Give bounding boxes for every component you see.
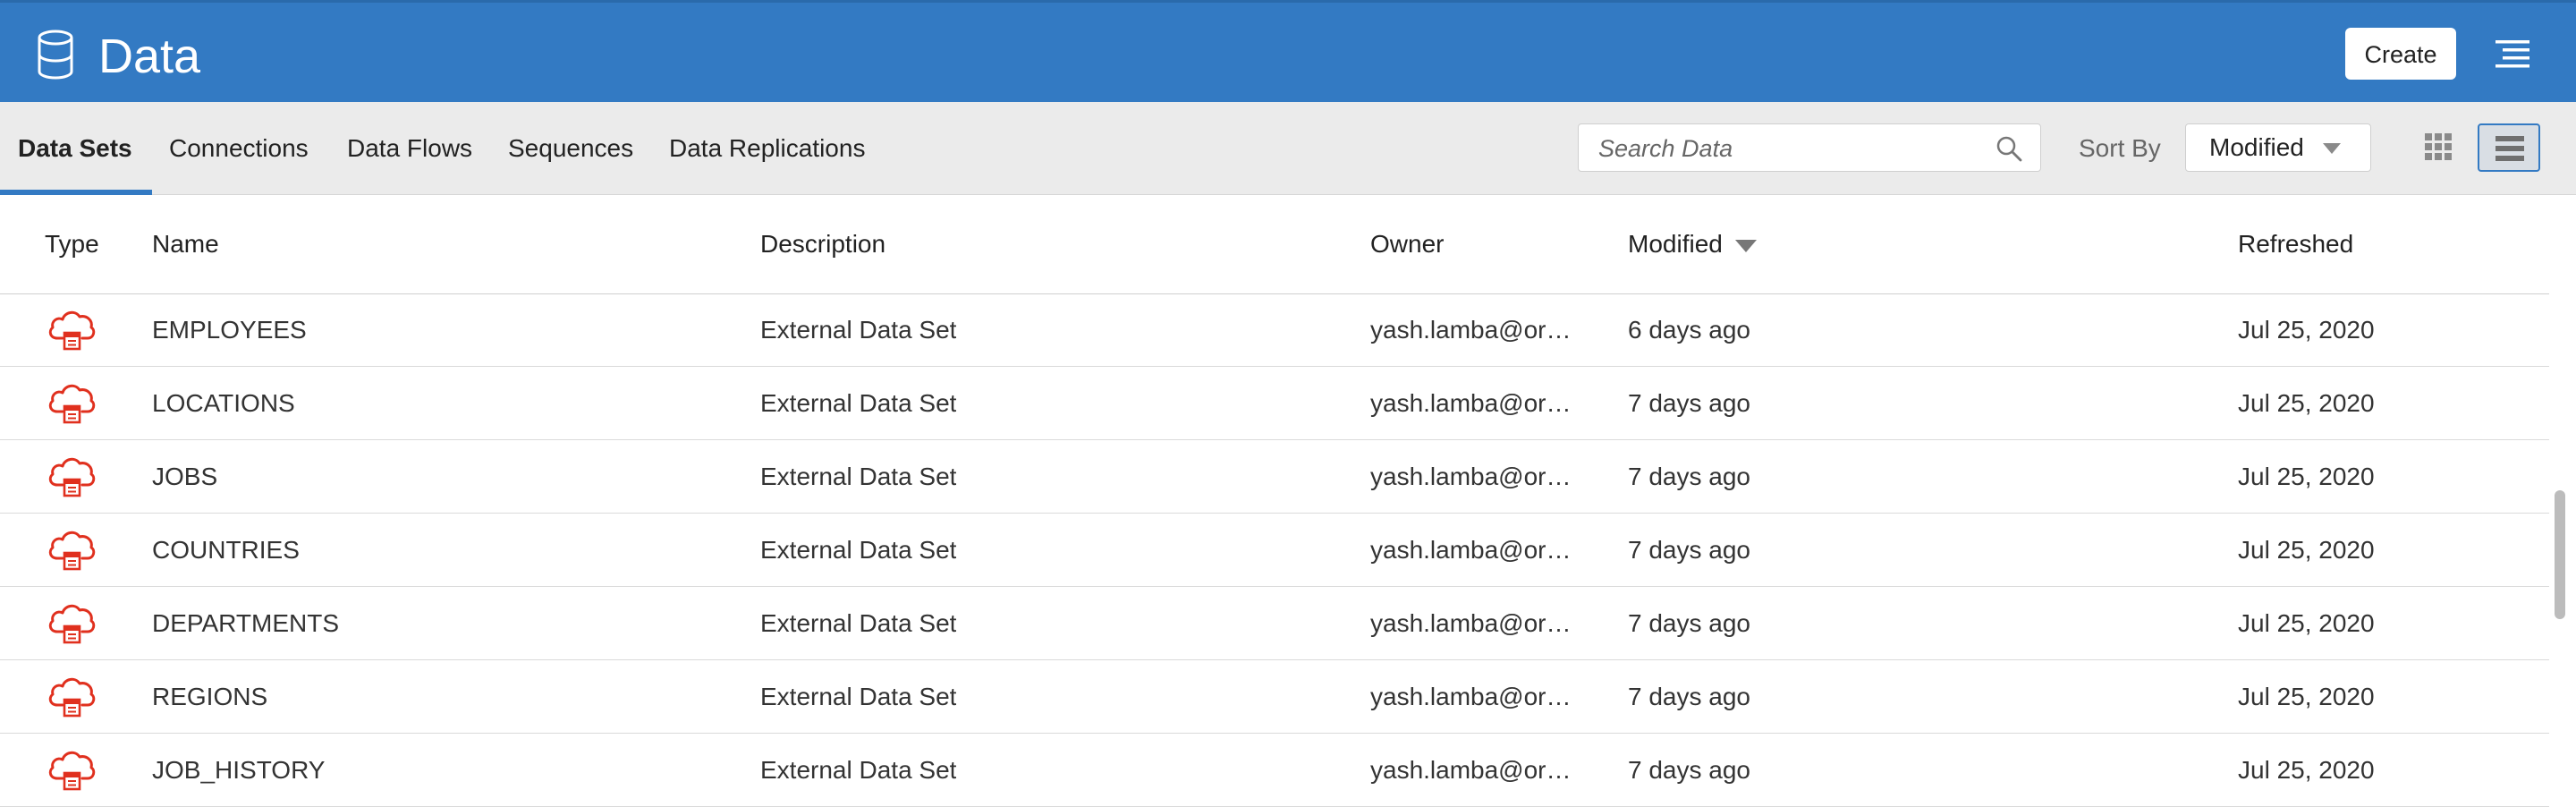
table-row[interactable]: REGIONS External Data Set yash.lamba@ora… bbox=[0, 660, 2549, 734]
row-description: External Data Set bbox=[760, 609, 957, 637]
tab-data-sets[interactable]: Data Sets bbox=[18, 102, 132, 195]
column-header-refreshed[interactable]: Refreshed bbox=[2238, 195, 2353, 293]
row-modified: 7 days ago bbox=[1628, 609, 1750, 637]
row-modified: 7 days ago bbox=[1628, 389, 1750, 417]
list-view-button[interactable] bbox=[2478, 123, 2540, 172]
row-name: EMPLOYEES bbox=[152, 316, 307, 344]
database-icon bbox=[38, 30, 73, 80]
hamburger-menu-icon[interactable] bbox=[2496, 38, 2529, 69]
tab-data-replications[interactable]: Data Replications bbox=[669, 102, 865, 195]
page-title: Data bbox=[98, 30, 201, 83]
row-refreshed: Jul 25, 2020 bbox=[2238, 389, 2375, 417]
external-data-set-cloud-icon bbox=[47, 379, 97, 426]
app-header: Data Create bbox=[0, 0, 2576, 102]
table-row[interactable]: JOBS External Data Set yash.lamba@ora… 7… bbox=[0, 440, 2549, 514]
external-data-set-cloud-icon bbox=[47, 599, 97, 646]
row-name: JOB_HISTORY bbox=[152, 756, 326, 784]
external-data-set-cloud-icon bbox=[47, 453, 97, 499]
table-row[interactable]: COUNTRIES External Data Set yash.lamba@o… bbox=[0, 514, 2549, 587]
row-name: COUNTRIES bbox=[152, 536, 300, 564]
row-modified: 7 days ago bbox=[1628, 683, 1750, 710]
row-owner: yash.lamba@ora… bbox=[1370, 609, 1585, 637]
row-description: External Data Set bbox=[760, 756, 957, 784]
row-description: External Data Set bbox=[760, 683, 957, 710]
external-data-set-cloud-icon bbox=[47, 746, 97, 793]
table-row[interactable]: DEPARTMENTS External Data Set yash.lamba… bbox=[0, 587, 2549, 660]
toolbar: Data Sets Connections Data Flows Sequenc… bbox=[0, 102, 2576, 195]
row-modified: 7 days ago bbox=[1628, 463, 1750, 490]
table-row[interactable]: LOCATIONS External Data Set yash.lamba@o… bbox=[0, 367, 2549, 440]
search-box bbox=[1578, 123, 2041, 173]
row-refreshed: Jul 25, 2020 bbox=[2238, 463, 2375, 490]
external-data-set-cloud-icon bbox=[47, 526, 97, 573]
row-description: External Data Set bbox=[760, 389, 957, 417]
sort-descending-icon bbox=[1734, 239, 1757, 252]
row-modified: 7 days ago bbox=[1628, 536, 1750, 564]
row-owner: yash.lamba@ora… bbox=[1370, 536, 1585, 564]
vertical-scrollbar[interactable] bbox=[2555, 490, 2565, 619]
column-header-modified-label: Modified bbox=[1628, 230, 1723, 258]
row-description: External Data Set bbox=[760, 316, 957, 344]
row-refreshed: Jul 25, 2020 bbox=[2238, 609, 2375, 637]
row-owner: yash.lamba@ora… bbox=[1370, 683, 1585, 710]
table-row[interactable]: EMPLOYEES External Data Set yash.lamba@o… bbox=[0, 293, 2549, 367]
row-description: External Data Set bbox=[760, 463, 957, 490]
tab-data-flows[interactable]: Data Flows bbox=[347, 102, 472, 195]
column-header-name[interactable]: Name bbox=[152, 195, 219, 293]
sort-by-value: Modified bbox=[2209, 133, 2304, 161]
row-name: LOCATIONS bbox=[152, 389, 295, 417]
row-name: REGIONS bbox=[152, 683, 268, 710]
search-icon[interactable] bbox=[1996, 135, 2022, 162]
table-row[interactable]: JOB_HISTORY External Data Set yash.lamba… bbox=[0, 734, 2549, 807]
row-owner: yash.lamba@ora… bbox=[1370, 756, 1585, 784]
row-refreshed: Jul 25, 2020 bbox=[2238, 316, 2375, 344]
external-data-set-cloud-icon bbox=[47, 673, 97, 719]
row-description: External Data Set bbox=[760, 536, 957, 564]
column-header-owner[interactable]: Owner bbox=[1370, 195, 1444, 293]
search-input[interactable] bbox=[1597, 124, 1976, 173]
column-header-type[interactable]: Type bbox=[45, 195, 99, 293]
create-button[interactable]: Create bbox=[2345, 28, 2456, 80]
sort-by-select[interactable]: Modified bbox=[2185, 123, 2371, 172]
chevron-down-icon bbox=[2323, 143, 2341, 154]
row-name: JOBS bbox=[152, 463, 218, 490]
list-view-icon bbox=[2496, 136, 2524, 161]
row-modified: 6 days ago bbox=[1628, 316, 1750, 344]
row-modified: 7 days ago bbox=[1628, 756, 1750, 784]
external-data-set-cloud-icon bbox=[47, 306, 97, 353]
row-refreshed: Jul 25, 2020 bbox=[2238, 756, 2375, 784]
tab-connections[interactable]: Connections bbox=[169, 102, 309, 195]
table-header: Type Name Description Owner Modified Ref… bbox=[0, 195, 2549, 294]
row-owner: yash.lamba@ora… bbox=[1370, 389, 1585, 417]
sort-by-label: Sort By bbox=[2079, 134, 2161, 162]
row-refreshed: Jul 25, 2020 bbox=[2238, 683, 2375, 710]
row-owner: yash.lamba@ora… bbox=[1370, 463, 1585, 490]
row-refreshed: Jul 25, 2020 bbox=[2238, 536, 2375, 564]
row-owner: yash.lamba@ora… bbox=[1370, 316, 1585, 344]
column-header-description[interactable]: Description bbox=[760, 195, 886, 293]
grid-view-icon[interactable] bbox=[2424, 132, 2453, 161]
row-name: DEPARTMENTS bbox=[152, 609, 339, 637]
column-header-modified[interactable]: Modified bbox=[1628, 195, 1757, 293]
tab-sequences[interactable]: Sequences bbox=[508, 102, 633, 195]
